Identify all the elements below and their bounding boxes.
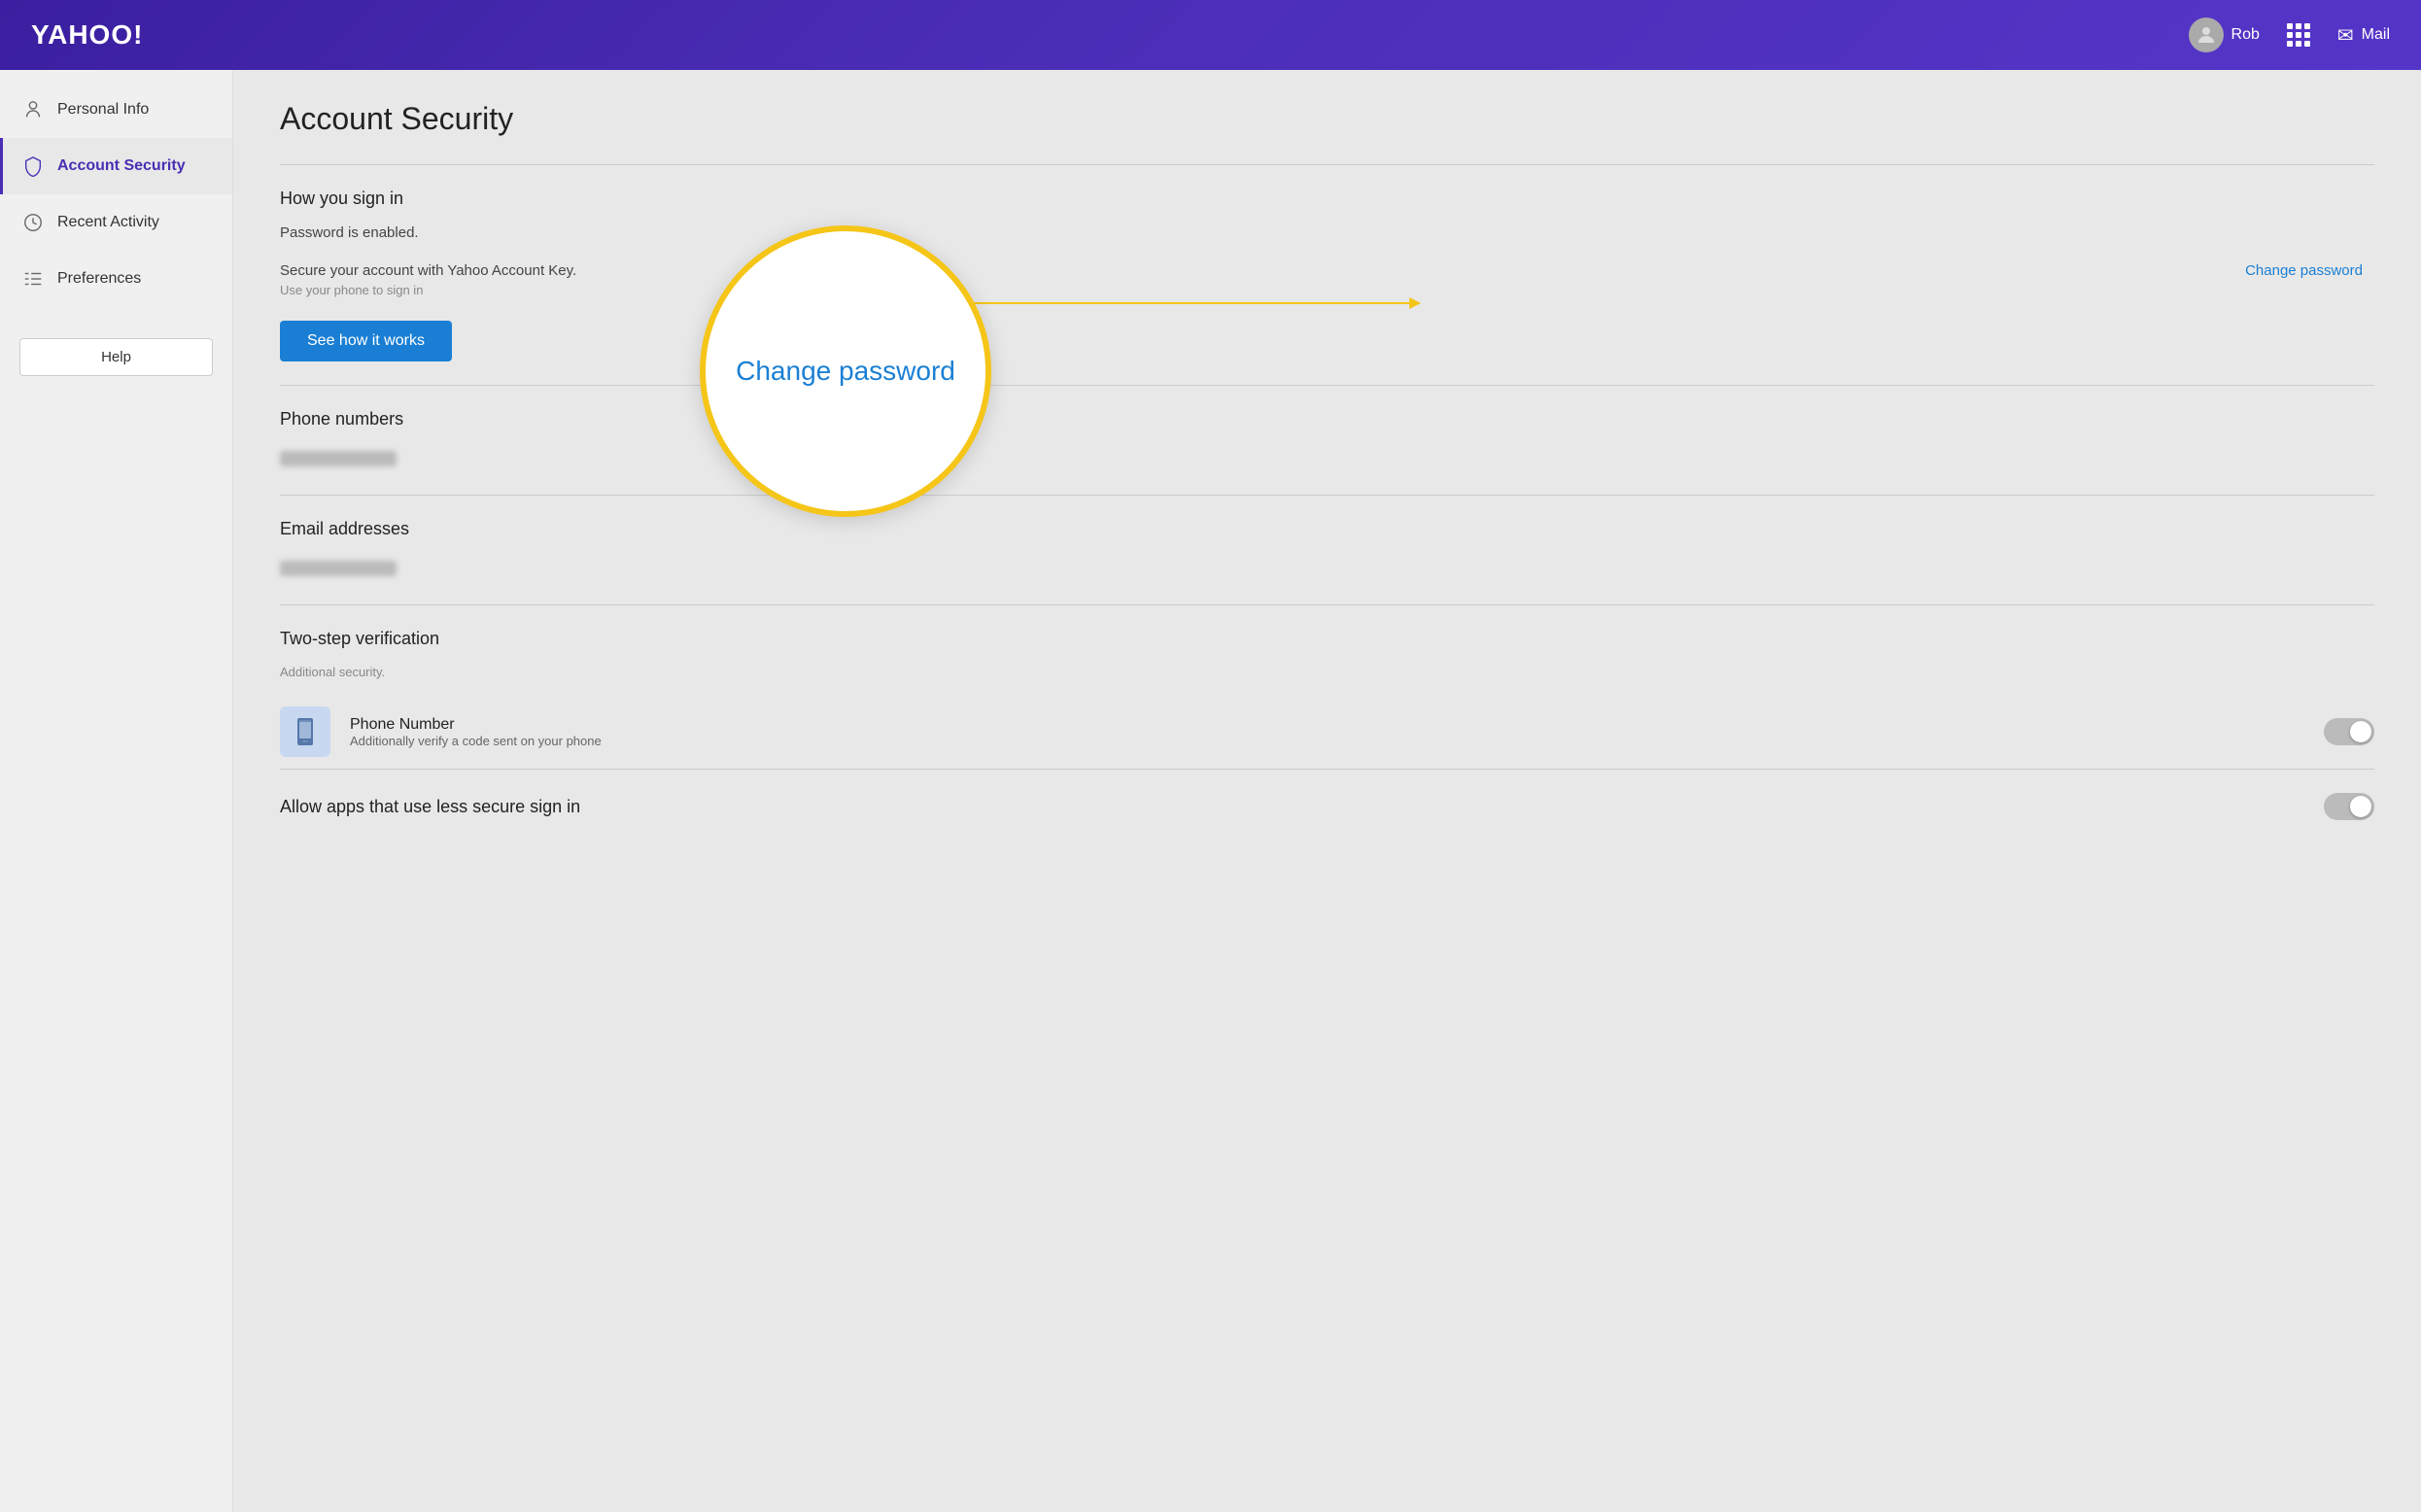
two-step-item-phone: Phone Number Additionally verify a code … [280, 695, 2374, 769]
account-key-text: Secure your account with Yahoo Account K… [280, 262, 2374, 279]
two-step-phone-name: Phone Number [350, 716, 2304, 734]
see-how-button[interactable]: See how it works [280, 321, 452, 361]
app-header: YAHOO! Rob ✉ Mail [0, 0, 2421, 70]
sidebar-item-recent-activity-label: Recent Activity [57, 214, 159, 231]
sidebar-footer: Help [0, 319, 232, 395]
two-step-title: Two-step verification [280, 605, 2374, 665]
person-icon [22, 99, 44, 120]
phone-device-icon [290, 716, 321, 747]
person-icon [2195, 23, 2218, 47]
pointer-line-svg [972, 284, 1458, 342]
change-password-link[interactable]: Change password [2245, 262, 2363, 279]
page-title: Account Security [280, 101, 2374, 137]
magnify-text: Change password [736, 356, 955, 387]
less-secure-title: Allow apps that use less secure sign in [280, 797, 580, 817]
main-content: Account Security How you sign in Passwor… [233, 70, 2421, 1512]
user-menu[interactable]: Rob [2189, 17, 2260, 52]
mail-button[interactable]: ✉ Mail [2337, 23, 2390, 48]
phone-number-value [280, 451, 397, 466]
user-name: Rob [2231, 26, 2260, 44]
email-addresses-title: Email addresses [280, 496, 2374, 555]
apps-grid-button[interactable] [2283, 19, 2314, 51]
help-button[interactable]: Help [19, 338, 213, 376]
magnify-circle: Change password [700, 225, 991, 517]
mail-label: Mail [2362, 26, 2390, 44]
two-step-toggle[interactable] [2324, 718, 2374, 745]
email-addresses-body [280, 555, 2374, 604]
pointer-line [972, 284, 1458, 347]
two-step-subtitle: Additional security. [280, 665, 2374, 679]
section-less-secure: Allow apps that use less secure sign in [280, 770, 2374, 843]
list-icon [22, 268, 44, 290]
clock-icon [22, 212, 44, 233]
yahoo-logo: YAHOO! [31, 19, 143, 51]
section-email-addresses: Email addresses [280, 496, 2374, 604]
sidebar-item-preferences[interactable]: Preferences [0, 251, 232, 307]
sidebar-item-account-security-label: Account Security [57, 157, 186, 175]
phone-icon-box [280, 706, 330, 757]
phone-numbers-title: Phone numbers [280, 386, 2374, 445]
shield-icon [22, 155, 44, 177]
user-avatar [2189, 17, 2224, 52]
password-status: Password is enabled. [280, 224, 2374, 241]
sidebar: Personal Info Account Security Recent Ac… [0, 70, 233, 1512]
sidebar-item-preferences-label: Preferences [57, 270, 141, 288]
header-right: Rob ✉ Mail [2189, 17, 2390, 52]
sidebar-item-account-security[interactable]: Account Security [0, 138, 232, 194]
email-address-value [280, 561, 397, 576]
change-password-pointer-label[interactable]: Change password [2245, 259, 2363, 280]
sign-in-title: How you sign in [280, 165, 2374, 224]
two-step-phone-text: Phone Number Additionally verify a code … [350, 716, 2304, 748]
less-secure-toggle[interactable] [2324, 793, 2374, 820]
sidebar-item-recent-activity[interactable]: Recent Activity [0, 194, 232, 251]
mail-icon: ✉ [2337, 23, 2354, 48]
section-sign-in: How you sign in Password is enabled. Sec… [280, 165, 2374, 385]
sidebar-item-personal-info-label: Personal Info [57, 101, 149, 119]
section-two-step: Two-step verification Additional securit… [280, 605, 2374, 769]
phone-numbers-body [280, 445, 2374, 495]
two-step-phone-desc: Additionally verify a code sent on your … [350, 734, 2304, 748]
section-phone-numbers: Phone numbers [280, 386, 2374, 495]
page-layout: Personal Info Account Security Recent Ac… [0, 70, 2421, 1512]
sidebar-item-personal-info[interactable]: Personal Info [0, 82, 232, 138]
